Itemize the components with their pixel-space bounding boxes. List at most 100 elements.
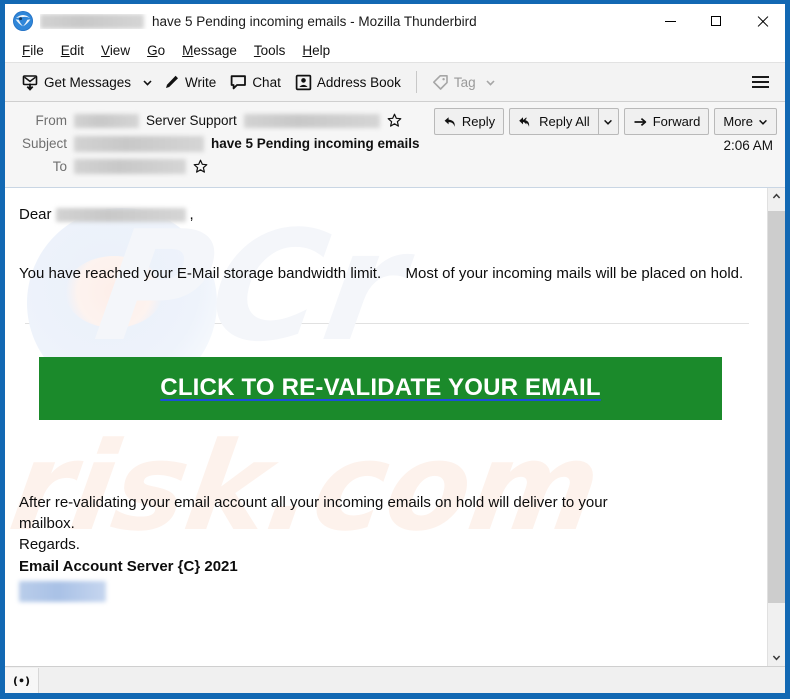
maximize-icon xyxy=(711,16,721,26)
subject-row: Subject have 5 Pending incoming emails xyxy=(5,132,785,155)
from-address-redaction xyxy=(243,113,380,128)
chevron-down-icon xyxy=(603,117,613,127)
cta-container: CLICK TO RE-VALIDATE YOUR EMAIL xyxy=(39,356,722,420)
svg-text:((•)): ((•)) xyxy=(12,674,31,687)
reply-all-dropdown[interactable] xyxy=(597,108,619,135)
body-sentence-1: You have reached your E-Mail storage ban… xyxy=(19,265,382,283)
address-book-button[interactable]: Address Book xyxy=(288,68,408,96)
closing-link-redaction[interactable] xyxy=(19,580,106,602)
reply-all-group: Reply All xyxy=(509,108,619,135)
star-icon[interactable] xyxy=(193,159,208,174)
subject-label: Subject xyxy=(21,136,67,151)
chevron-down-icon xyxy=(758,117,768,127)
main-toolbar: Get Messages Write Chat Address Book Tag xyxy=(5,63,785,102)
download-mail-icon xyxy=(22,74,39,91)
chat-button[interactable]: Chat xyxy=(223,68,288,96)
subject-redaction xyxy=(74,135,204,152)
get-messages-dropdown[interactable] xyxy=(138,68,156,96)
menu-item-help[interactable]: Help xyxy=(294,41,339,60)
greeting-prefix: Dear xyxy=(19,206,52,223)
mail-closing: After re-validating your email account a… xyxy=(5,492,767,612)
window-title: have 5 Pending incoming emails - Mozilla… xyxy=(40,13,477,29)
more-label: More xyxy=(723,114,753,129)
body-paragraph-1: You have reached your E-Mail storage ban… xyxy=(19,263,745,284)
chevron-down-icon xyxy=(142,77,153,88)
contact-card-icon xyxy=(295,74,312,91)
greeting-name-redaction xyxy=(55,207,186,222)
from-value: Server Support xyxy=(74,113,402,128)
reply-label: Reply xyxy=(461,114,496,129)
window-controls xyxy=(647,4,785,38)
divider-rule xyxy=(25,322,749,324)
tag-button[interactable]: Tag xyxy=(425,68,503,96)
forward-button[interactable]: Forward xyxy=(623,108,710,135)
window-title-text: have 5 Pending incoming emails - Mozilla… xyxy=(152,13,477,29)
from-label: From xyxy=(35,113,68,128)
chevron-down-icon xyxy=(485,77,496,88)
title-redaction xyxy=(40,13,144,29)
subject-text: have 5 Pending incoming emails xyxy=(211,136,420,151)
toolbar-separator xyxy=(415,71,417,93)
close-icon xyxy=(756,15,769,28)
to-label: To xyxy=(52,159,67,174)
menu-item-file[interactable]: File xyxy=(14,41,53,60)
menu-item-view[interactable]: View xyxy=(93,41,139,60)
cta-label: CLICK TO RE-VALIDATE YOUR EMAIL xyxy=(160,374,601,402)
maximize-button[interactable] xyxy=(693,4,739,38)
get-messages-label: Get Messages xyxy=(44,74,132,90)
forward-label: Forward xyxy=(652,114,701,129)
get-messages-button[interactable]: Get Messages xyxy=(15,68,138,96)
body-scrollbar[interactable] xyxy=(767,188,785,666)
scroll-thumb[interactable] xyxy=(768,211,785,603)
to-row: To xyxy=(5,155,785,178)
to-address-redaction xyxy=(74,159,186,174)
chevron-down-icon xyxy=(772,653,781,662)
reply-all-arrow-icon xyxy=(518,115,534,129)
from-sender-name: Server Support xyxy=(146,113,237,128)
to-value xyxy=(74,159,208,174)
menu-item-go[interactable]: Go xyxy=(139,41,174,60)
window-frame: have 5 Pending incoming emails - Mozilla… xyxy=(0,0,790,699)
menu-bar: File Edit View Go Message Tools Help xyxy=(5,38,785,63)
greeting-suffix: , xyxy=(189,206,194,223)
message-timestamp: 2:06 AM xyxy=(723,138,773,153)
message-actions: Reply Reply All Forward More xyxy=(433,108,777,135)
body-sentence-2: Most of your incoming mails will be plac… xyxy=(405,265,744,283)
star-icon[interactable] xyxy=(387,113,402,128)
scroll-track[interactable] xyxy=(768,205,785,649)
mail-content: Dear , You have reached your E-Mail stor… xyxy=(5,188,767,295)
forward-arrow-icon xyxy=(633,115,648,129)
subject-value: have 5 Pending incoming emails xyxy=(74,135,420,152)
thunderbird-icon xyxy=(12,10,34,32)
menu-item-message[interactable]: Message xyxy=(174,41,246,60)
tag-label: Tag xyxy=(453,74,476,90)
thunderbird-window: have 5 Pending incoming emails - Mozilla… xyxy=(0,0,790,699)
reply-all-label: Reply All xyxy=(539,114,590,129)
scroll-down-button[interactable] xyxy=(768,649,785,666)
menu-item-tools[interactable]: Tools xyxy=(246,41,295,60)
menu-item-edit[interactable]: Edit xyxy=(53,41,93,60)
minimize-button[interactable] xyxy=(647,4,693,38)
closing-signature: Email Account Server {C} 2021 xyxy=(19,558,238,576)
title-bar: have 5 Pending incoming emails - Mozilla… xyxy=(5,4,785,38)
closing-paragraph: After re-validating your email account a… xyxy=(19,493,608,532)
message-body-area: PCr risk.com Dear , You have reached you… xyxy=(5,188,785,666)
reply-all-button[interactable]: Reply All xyxy=(509,108,598,135)
broadcast-signal-icon[interactable]: ((•)) xyxy=(5,667,39,693)
closing-regards: Regards. xyxy=(19,536,80,554)
more-button[interactable]: More xyxy=(714,108,777,135)
write-button[interactable]: Write xyxy=(156,68,223,96)
from-name-redaction xyxy=(74,113,139,128)
write-label: Write xyxy=(185,74,217,90)
app-menu-button[interactable] xyxy=(747,69,773,95)
reply-button[interactable]: Reply xyxy=(433,108,505,135)
close-button[interactable] xyxy=(739,4,785,38)
revalidate-email-button[interactable]: CLICK TO RE-VALIDATE YOUR EMAIL xyxy=(39,356,722,420)
status-bar: ((•)) xyxy=(5,666,785,693)
tag-icon xyxy=(432,74,449,91)
chevron-up-icon xyxy=(772,192,781,201)
speech-bubble-icon xyxy=(230,74,247,91)
scroll-up-button[interactable] xyxy=(768,188,785,205)
message-header: From Server Support Subject have 5 Pendi… xyxy=(5,102,785,188)
pencil-icon xyxy=(163,74,180,91)
